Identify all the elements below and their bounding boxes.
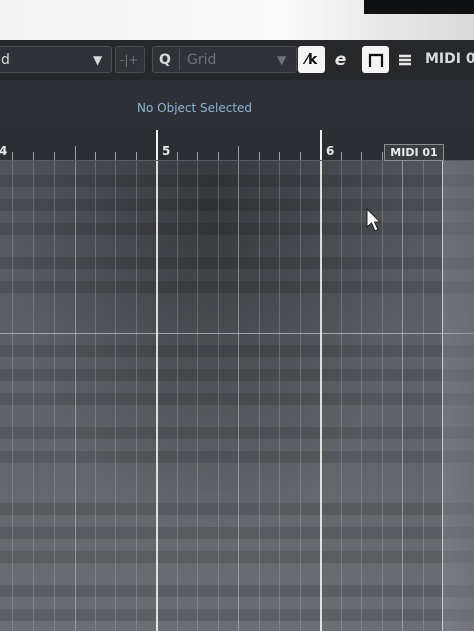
ruler-tick — [259, 152, 260, 160]
editor-screen: d ▼ -|+ Q Grid ▼ ⁄k e MIDI 01 — [0, 0, 474, 631]
editor-toolbar: d ▼ -|+ Q Grid ▼ ⁄k e MIDI 01 — [0, 40, 474, 81]
e-icon: e — [334, 49, 347, 70]
ruler-tick — [279, 152, 280, 160]
part-border-button[interactable] — [362, 46, 389, 73]
grid-line — [259, 161, 260, 631]
grid-line — [423, 161, 424, 631]
ruler-tick — [95, 152, 96, 160]
ruler-tick — [300, 152, 301, 160]
ruler-tick — [218, 152, 219, 160]
grid-line — [33, 161, 34, 631]
tool-select-value: d — [1, 52, 10, 68]
beat-line — [238, 161, 239, 631]
bar-tick — [156, 130, 158, 160]
ruler-tick — [341, 152, 342, 160]
stack-icon — [398, 54, 411, 65]
ruler-tick — [54, 152, 55, 160]
grid-line — [382, 161, 383, 631]
bezel-corner — [364, 0, 474, 14]
quantize-divider — [179, 49, 180, 70]
beat-line — [75, 161, 76, 631]
chevron-down-icon[interactable]: ▼ — [93, 53, 102, 67]
bar-tick — [320, 130, 322, 160]
nudge-button[interactable]: -|+ — [115, 46, 145, 73]
snap-icon: ⁄k — [305, 51, 318, 68]
ruler-tick — [75, 146, 76, 160]
grid-line — [300, 161, 301, 631]
ruler-tick — [12, 152, 13, 160]
bar-number-label: 4 — [0, 144, 8, 158]
part-name-label[interactable]: MIDI 01 — [384, 144, 444, 161]
ruler-tick — [177, 152, 178, 160]
grid-line — [136, 161, 137, 631]
ruler-tick — [382, 152, 383, 160]
timeline-ruler[interactable]: 4 5 6 MIDI 01 — [0, 130, 474, 161]
nudge-icon: -|+ — [120, 53, 139, 67]
ruler-tick — [361, 152, 362, 160]
ruler-tick — [238, 146, 239, 160]
grid-line — [95, 161, 96, 631]
ruler-tick — [136, 152, 137, 160]
grid-line — [361, 161, 362, 631]
track-name[interactable]: MIDI 01 — [425, 51, 474, 67]
quantize-value: Grid — [187, 52, 217, 68]
stack-button[interactable] — [391, 46, 418, 73]
grid-line — [115, 161, 116, 631]
part-end-region[interactable] — [442, 161, 474, 631]
ruler-tick — [33, 152, 34, 160]
bar-number-label: 6 — [326, 144, 335, 158]
mouse-pointer-icon — [366, 208, 382, 232]
grid-line — [54, 161, 55, 631]
selection-status: No Object Selected — [137, 101, 253, 115]
ruler-tick — [115, 152, 116, 160]
grid-line — [177, 161, 178, 631]
beat-line — [402, 161, 403, 631]
e-toggle-button[interactable]: e — [327, 46, 354, 73]
grid-line — [12, 161, 13, 631]
quantize-icon[interactable]: Q — [159, 52, 171, 68]
part-border-icon — [368, 53, 383, 67]
chevron-down-icon[interactable]: ▼ — [277, 53, 286, 67]
bar-line — [156, 161, 158, 631]
grid-line — [197, 161, 198, 631]
info-line: No Object Selected — [0, 80, 474, 130]
grid-line — [218, 161, 219, 631]
grid-line — [341, 161, 342, 631]
snap-toggle-button[interactable]: ⁄k — [298, 46, 325, 73]
ruler-tick — [197, 152, 198, 160]
grid-line — [279, 161, 280, 631]
quantize-field[interactable]: Q Grid ▼ — [152, 46, 297, 73]
bar-line — [320, 161, 322, 631]
bar-number-label: 5 — [162, 144, 171, 158]
tool-select-field[interactable]: d ▼ — [0, 46, 112, 73]
note-grid[interactable] — [0, 161, 474, 631]
